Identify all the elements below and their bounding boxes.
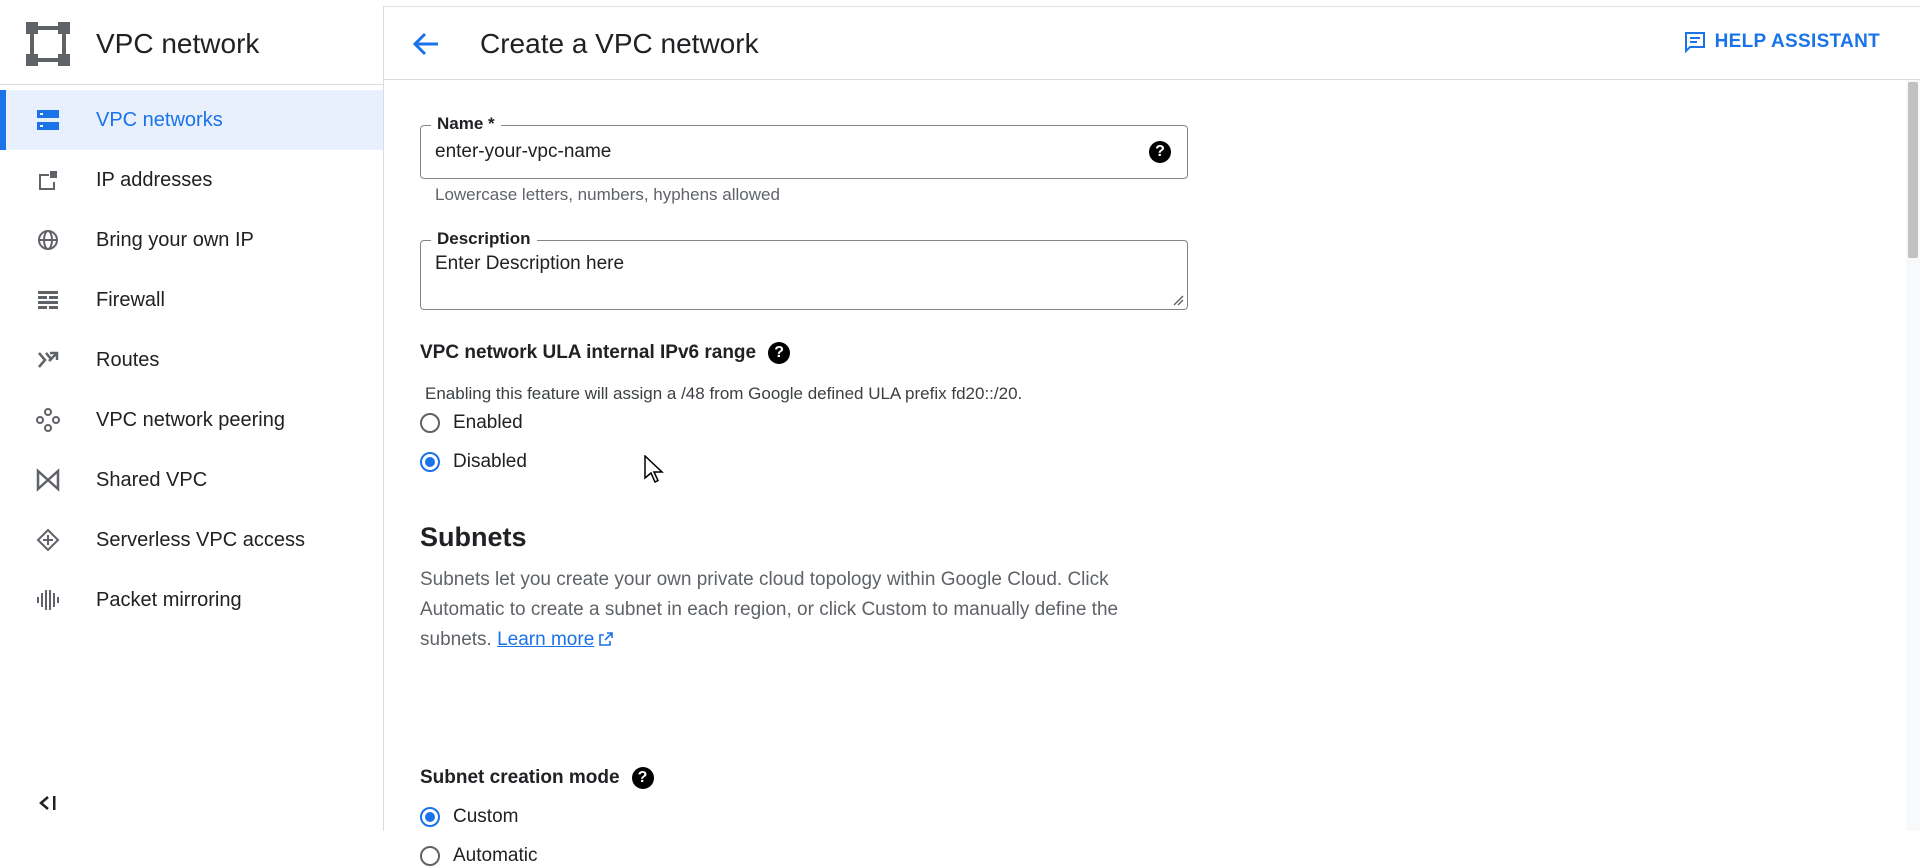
learn-more-link[interactable]: Learn more: [497, 629, 594, 650]
page-header: Create a VPC network HELP ASSISTANT: [384, 6, 1920, 80]
sidebar-item-bring-your-own-ip[interactable]: Bring your own IP: [0, 210, 383, 270]
scrollbar[interactable]: [1906, 80, 1920, 831]
name-hint: Lowercase letters, numbers, hyphens allo…: [435, 185, 780, 204]
ipv6-enabled-radio[interactable]: Enabled: [420, 412, 523, 434]
radio-label: Enabled: [453, 412, 523, 433]
chat-icon: [1684, 32, 1705, 54]
peering-icon: [36, 408, 60, 432]
external-link-icon[interactable]: [598, 631, 614, 647]
name-input[interactable]: enter-your-vpc-name: [435, 141, 611, 163]
sidebar-title: VPC network: [96, 28, 260, 59]
help-assistant-button[interactable]: HELP ASSISTANT: [1683, 30, 1880, 54]
mouse-cursor-icon: [644, 455, 664, 484]
sidebar-item-label: Packet mirroring: [96, 588, 242, 611]
subnet-mode-custom-radio[interactable]: Custom: [420, 806, 518, 828]
radio-button[interactable]: [420, 413, 440, 433]
packet-mirroring-icon: [37, 590, 59, 610]
collapse-sidebar-icon[interactable]: [36, 791, 60, 815]
radio-label: Disabled: [453, 451, 527, 472]
radio-label: Automatic: [453, 845, 538, 866]
radio-button[interactable]: [420, 807, 440, 827]
help-icon[interactable]: ?: [1149, 141, 1171, 163]
ipv6-range-title: VPC network ULA internal IPv6 range: [420, 342, 757, 363]
help-icon[interactable]: ?: [768, 342, 791, 364]
ip-addresses-icon: [39, 171, 57, 190]
help-icon[interactable]: ?: [631, 767, 654, 789]
description-field[interactable]: Description Enter Description here: [420, 229, 1188, 310]
radio-label: Custom: [453, 806, 519, 827]
sidebar: VPC network VPC networks IP addresses Br…: [0, 6, 384, 831]
sidebar-header: VPC network: [0, 6, 383, 85]
description-field-label: Description: [431, 229, 537, 249]
back-arrow-icon[interactable]: [410, 28, 442, 60]
sidebar-item-label: Routes: [96, 348, 160, 371]
ipv6-range-label: VPC network ULA internal IPv6 range ?: [420, 342, 791, 364]
vpc-networks-icon: [37, 110, 59, 130]
sidebar-item-packet-mirroring[interactable]: Packet mirroring: [0, 570, 383, 630]
subnet-mode-title: Subnet creation mode: [420, 767, 620, 788]
serverless-icon: [36, 528, 60, 552]
sidebar-item-firewall[interactable]: Firewall: [0, 270, 383, 330]
subnets-heading: Subnets: [420, 522, 527, 552]
sidebar-item-label: IP addresses: [96, 168, 213, 191]
subnet-mode-label: Subnet creation mode ?: [420, 767, 654, 789]
resize-handle-icon[interactable]: [1172, 294, 1184, 306]
sidebar-item-serverless-vpc-access[interactable]: Serverless VPC access: [0, 510, 383, 570]
sidebar-item-label: Serverless VPC access: [96, 528, 305, 551]
sidebar-item-label: VPC network peering: [96, 408, 285, 431]
sidebar-item-label: VPC networks: [96, 108, 223, 131]
sidebar-item-ip-addresses[interactable]: IP addresses: [0, 150, 383, 210]
name-field-label: Name *: [431, 114, 501, 134]
sidebar-item-label: Bring your own IP: [96, 228, 254, 251]
firewall-icon: [38, 291, 58, 309]
subnets-description: Subnets let you create your own private …: [420, 565, 1180, 655]
globe-icon: [38, 230, 58, 250]
sidebar-item-routes[interactable]: Routes: [0, 330, 383, 390]
sidebar-item-label: Shared VPC: [96, 468, 208, 491]
ipv6-disabled-radio[interactable]: Disabled: [420, 451, 527, 473]
sidebar-item-shared-vpc[interactable]: Shared VPC: [0, 450, 383, 510]
ipv6-description: Enabling this feature will assign a /48 …: [425, 384, 1023, 403]
sidebar-nav: VPC networks IP addresses Bring your own…: [0, 90, 383, 630]
routes-icon: [38, 351, 59, 368]
page-title: Create a VPC network: [480, 28, 759, 59]
description-textarea[interactable]: Enter Description here: [435, 253, 624, 275]
help-assistant-label: HELP ASSISTANT: [1714, 31, 1880, 52]
vpc-network-logo-icon: [26, 22, 70, 66]
subnet-mode-automatic-radio[interactable]: Automatic: [420, 845, 537, 867]
name-field[interactable]: Name * enter-your-vpc-name ?: [420, 114, 1188, 179]
shared-vpc-icon: [36, 468, 60, 492]
sidebar-item-vpc-networks[interactable]: VPC networks: [0, 90, 383, 150]
scrollbar-thumb[interactable]: [1908, 82, 1918, 258]
sidebar-item-label: Firewall: [96, 288, 165, 311]
radio-button[interactable]: [420, 846, 440, 866]
radio-button[interactable]: [420, 452, 440, 472]
sidebar-item-vpc-network-peering[interactable]: VPC network peering: [0, 390, 383, 450]
